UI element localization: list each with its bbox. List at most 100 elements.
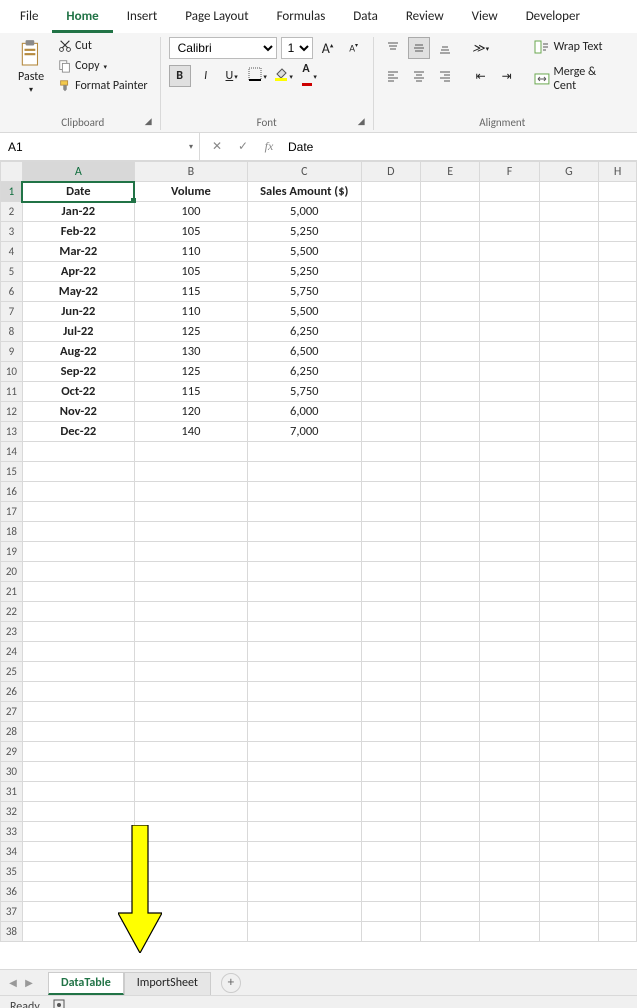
- cell[interactable]: [248, 442, 361, 462]
- cell[interactable]: [480, 802, 539, 822]
- cell[interactable]: [599, 822, 637, 842]
- cell[interactable]: 5,000: [248, 202, 361, 222]
- cell[interactable]: [599, 582, 637, 602]
- cell[interactable]: [22, 562, 134, 582]
- cell[interactable]: [539, 462, 599, 482]
- cell[interactable]: [22, 902, 134, 922]
- cell[interactable]: [480, 882, 539, 902]
- cell[interactable]: 6,250: [248, 322, 361, 342]
- cell[interactable]: [599, 662, 637, 682]
- cell[interactable]: [361, 342, 420, 362]
- row-header[interactable]: 20: [1, 562, 23, 582]
- cell[interactable]: [539, 802, 599, 822]
- cell[interactable]: [599, 742, 637, 762]
- cell[interactable]: [421, 622, 480, 642]
- select-all-corner[interactable]: [1, 162, 23, 182]
- cell[interactable]: [480, 682, 539, 702]
- cell[interactable]: [361, 522, 420, 542]
- align-top-button[interactable]: [382, 37, 404, 59]
- cell[interactable]: [480, 462, 539, 482]
- cell[interactable]: [248, 782, 361, 802]
- cell[interactable]: [539, 642, 599, 662]
- cell[interactable]: [421, 822, 480, 842]
- cell[interactable]: [248, 802, 361, 822]
- column-header[interactable]: H: [599, 162, 637, 182]
- row-header[interactable]: 23: [1, 622, 23, 642]
- tab-nav-prev[interactable]: ◀: [6, 976, 20, 989]
- cell[interactable]: 105: [134, 222, 247, 242]
- cell[interactable]: [539, 922, 599, 942]
- cell[interactable]: [134, 642, 247, 662]
- cell[interactable]: [22, 462, 134, 482]
- italic-button[interactable]: I: [195, 65, 217, 87]
- row-header[interactable]: 17: [1, 502, 23, 522]
- cell[interactable]: [599, 522, 637, 542]
- cell[interactable]: [480, 602, 539, 622]
- cell[interactable]: [599, 922, 637, 942]
- row-header[interactable]: 28: [1, 722, 23, 742]
- cell[interactable]: [22, 682, 134, 702]
- cell[interactable]: [134, 542, 247, 562]
- cell[interactable]: [361, 602, 420, 622]
- align-left-button[interactable]: [382, 65, 404, 87]
- ribbon-tab-formulas[interactable]: Formulas: [263, 4, 340, 33]
- cell[interactable]: [539, 882, 599, 902]
- cell[interactable]: 110: [134, 302, 247, 322]
- cell[interactable]: [480, 322, 539, 342]
- cell[interactable]: [599, 282, 637, 302]
- row-header[interactable]: 37: [1, 902, 23, 922]
- cell[interactable]: [361, 442, 420, 462]
- formula-input[interactable]: [286, 139, 629, 155]
- cell[interactable]: [599, 342, 637, 362]
- ribbon-tab-home[interactable]: Home: [52, 4, 112, 33]
- ribbon-tab-data[interactable]: Data: [339, 4, 392, 33]
- fx-icon[interactable]: fx: [260, 139, 278, 154]
- cell[interactable]: [480, 222, 539, 242]
- cell[interactable]: [248, 582, 361, 602]
- cell[interactable]: 5,750: [248, 282, 361, 302]
- row-header[interactable]: 21: [1, 582, 23, 602]
- cell[interactable]: [361, 302, 420, 322]
- cell[interactable]: 7,000: [248, 422, 361, 442]
- cell[interactable]: [361, 762, 420, 782]
- cell[interactable]: [539, 902, 599, 922]
- chevron-down-icon[interactable]: ▾: [189, 142, 193, 152]
- cell[interactable]: [248, 702, 361, 722]
- column-header[interactable]: F: [480, 162, 539, 182]
- cell[interactable]: [361, 502, 420, 522]
- cell[interactable]: [539, 582, 599, 602]
- ribbon-tab-file[interactable]: File: [6, 4, 52, 33]
- cell[interactable]: [539, 182, 599, 202]
- cell[interactable]: [539, 502, 599, 522]
- cell[interactable]: [421, 722, 480, 742]
- cell[interactable]: [421, 222, 480, 242]
- row-header[interactable]: 34: [1, 842, 23, 862]
- cell[interactable]: [480, 242, 539, 262]
- cell[interactable]: [539, 862, 599, 882]
- bold-button[interactable]: B: [169, 65, 191, 87]
- name-box[interactable]: ▾: [0, 133, 200, 160]
- cell[interactable]: [361, 662, 420, 682]
- cell[interactable]: Jan-22: [22, 202, 134, 222]
- row-header[interactable]: 22: [1, 602, 23, 622]
- cell[interactable]: [539, 842, 599, 862]
- borders-button[interactable]: ▾: [247, 65, 269, 87]
- cell[interactable]: [539, 342, 599, 362]
- align-bottom-button[interactable]: [434, 37, 456, 59]
- cell[interactable]: [134, 602, 247, 622]
- cell[interactable]: 110: [134, 242, 247, 262]
- cell[interactable]: 5,250: [248, 222, 361, 242]
- cell[interactable]: [480, 502, 539, 522]
- cell[interactable]: [361, 682, 420, 702]
- cell[interactable]: [539, 762, 599, 782]
- row-header[interactable]: 18: [1, 522, 23, 542]
- cell[interactable]: [248, 822, 361, 842]
- cell[interactable]: [480, 542, 539, 562]
- cell[interactable]: [539, 602, 599, 622]
- cell[interactable]: [599, 422, 637, 442]
- cell[interactable]: [248, 642, 361, 662]
- row-header[interactable]: 26: [1, 682, 23, 702]
- cell[interactable]: [480, 622, 539, 642]
- cell[interactable]: [539, 422, 599, 442]
- cell[interactable]: 140: [134, 422, 247, 442]
